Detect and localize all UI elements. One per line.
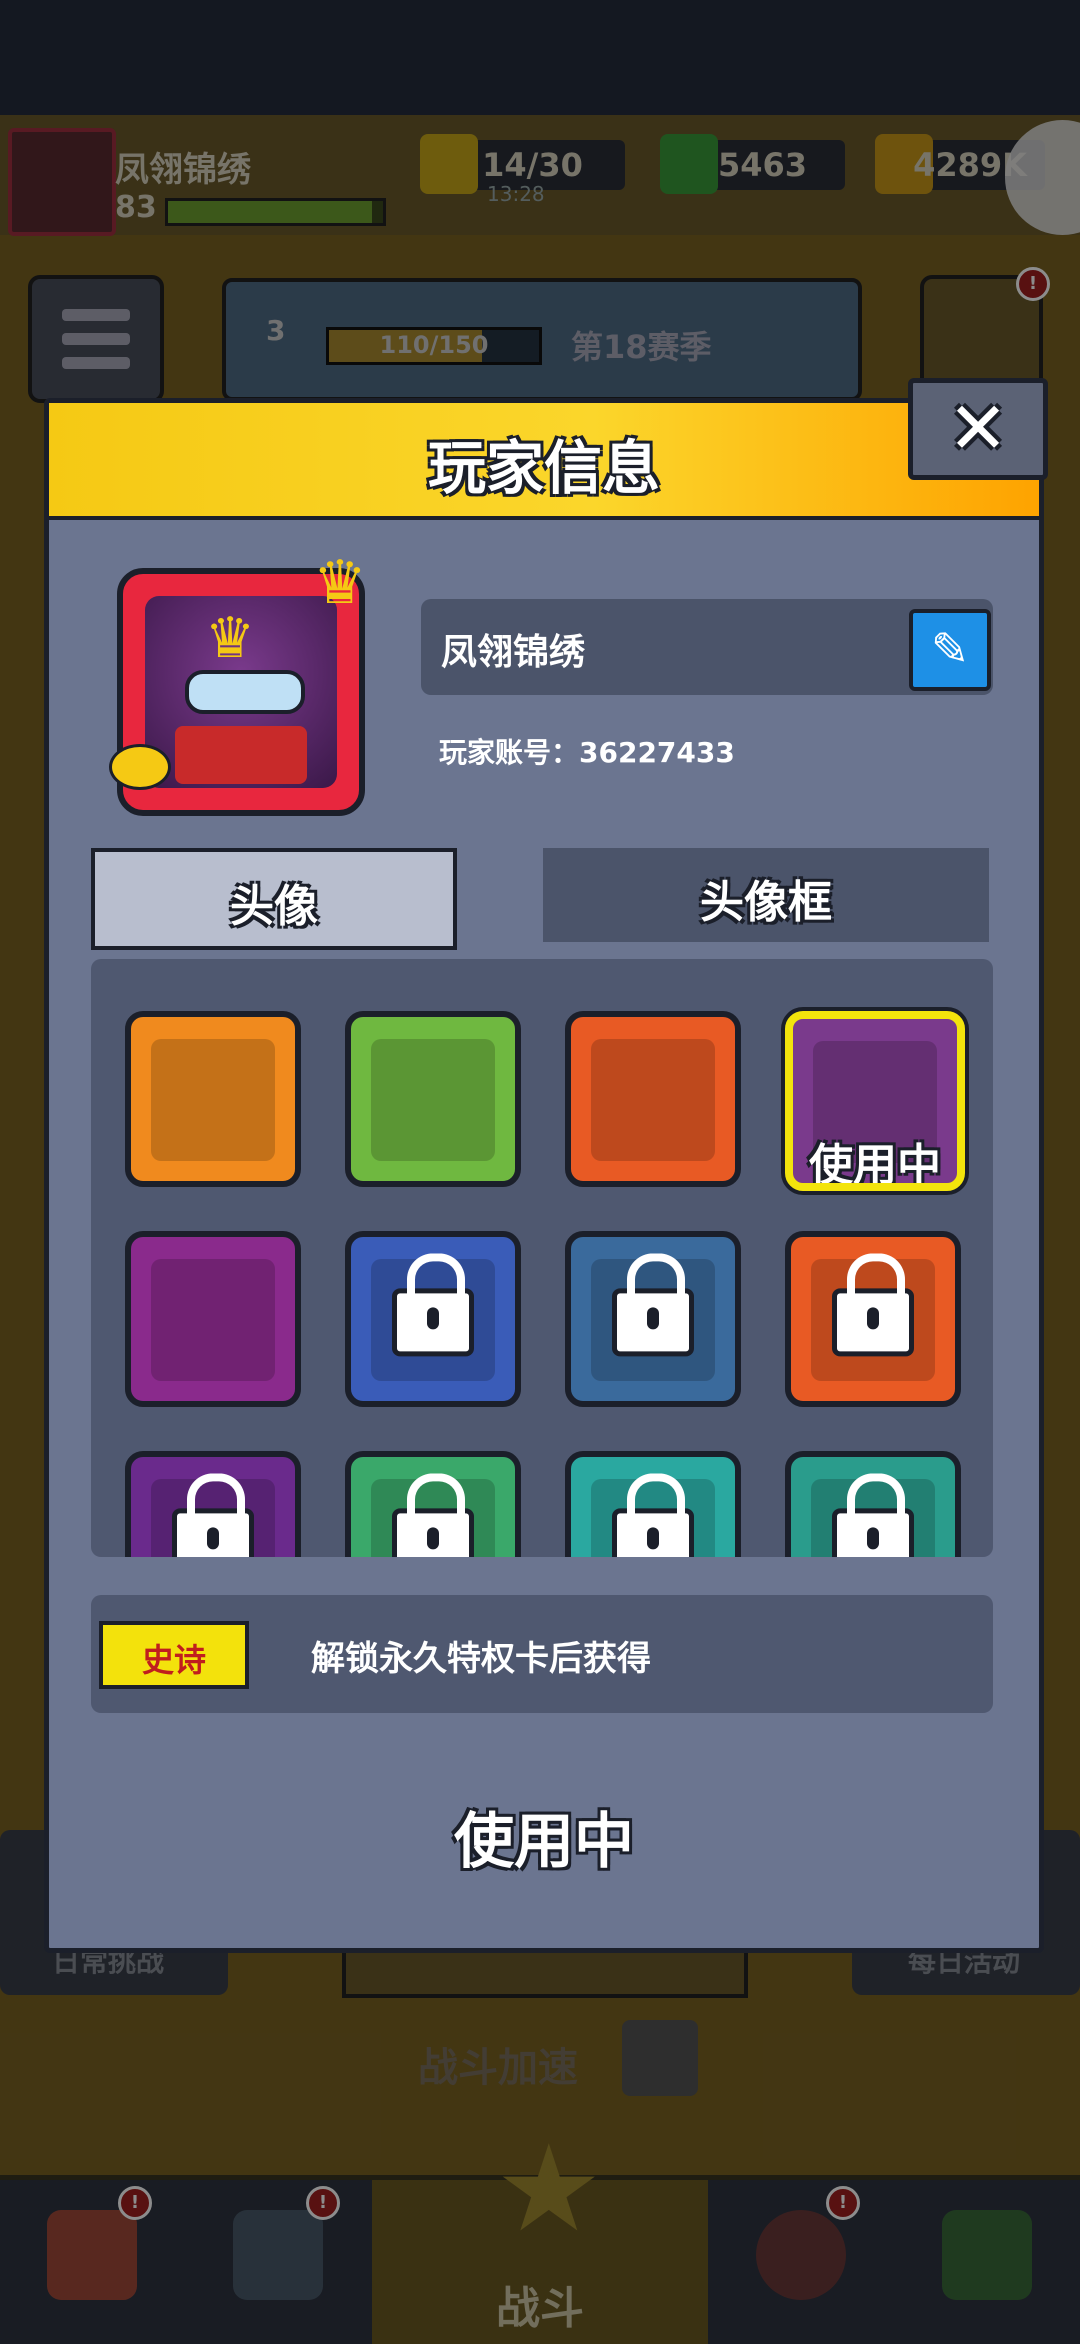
avatar-tile[interactable]: [565, 1231, 741, 1407]
pencil-icon: ✎: [930, 622, 970, 676]
crying-cat-avatar-icon: [151, 1259, 275, 1381]
avatar-tile[interactable]: 使用中: [785, 1011, 965, 1191]
goggles: [185, 670, 305, 714]
close-button[interactable]: ✕: [908, 378, 1048, 480]
name-field: 凤翎锦绣: [421, 599, 993, 695]
coins-icon: [109, 744, 171, 790]
avatar-tile[interactable]: [345, 1011, 521, 1187]
status-area: [0, 0, 1080, 115]
unlock-hint: 解锁永久特权卡后获得: [311, 1639, 651, 1679]
lock-icon: [832, 1253, 914, 1357]
beaver-avatar-icon: [591, 1039, 715, 1161]
lock-icon: [392, 1253, 474, 1357]
avatar-tile[interactable]: [785, 1231, 961, 1407]
avatar-tile[interactable]: [785, 1451, 961, 1557]
use-button[interactable]: 使用中: [49, 1793, 1039, 1880]
rarity-badge: 史诗: [99, 1621, 249, 1689]
avatar-tile[interactable]: [125, 1451, 301, 1557]
avatar-tile[interactable]: [565, 1011, 741, 1187]
tab-avatar[interactable]: 头像: [91, 848, 457, 950]
crown-icon: ♛: [205, 606, 256, 671]
avatar-tile[interactable]: [345, 1451, 521, 1557]
account-id: 玩家账号：36227433: [439, 736, 735, 769]
lock-icon: [172, 1473, 254, 1557]
avatar-tile[interactable]: [345, 1231, 521, 1407]
lock-icon: [832, 1473, 914, 1557]
ninja-avatar-icon: [151, 1039, 275, 1161]
crown-badge-icon: ♛: [313, 548, 367, 618]
lock-icon: [392, 1473, 474, 1557]
tab-avatar-frame[interactable]: 头像框: [543, 848, 989, 942]
dialog-header: 玩家信息: [49, 403, 1039, 520]
avatar-tile[interactable]: [565, 1451, 741, 1557]
current-avatar: ♛ ♛: [109, 548, 367, 816]
lock-icon: [612, 1473, 694, 1557]
crowned-ninja-avatar-icon: ♛: [145, 596, 337, 788]
avatar-grid: 使用中: [91, 959, 993, 1557]
in-use-tag: 使用中: [809, 1140, 941, 1191]
avatar-tile[interactable]: [125, 1011, 301, 1187]
close-icon: ✕: [947, 386, 1009, 470]
scarf: [175, 726, 307, 784]
lock-icon: [612, 1253, 694, 1357]
dialog-title: 玩家信息: [427, 434, 660, 502]
avatar-tile[interactable]: [125, 1231, 301, 1407]
edit-name-button[interactable]: ✎: [909, 609, 991, 691]
cat-avatar-icon: [371, 1039, 495, 1161]
player-info-dialog: 玩家信息 ♛ ♛ 凤翎锦绣 ✎ 玩家账号：36227433 头像 头像框 使用中…: [44, 398, 1044, 1953]
